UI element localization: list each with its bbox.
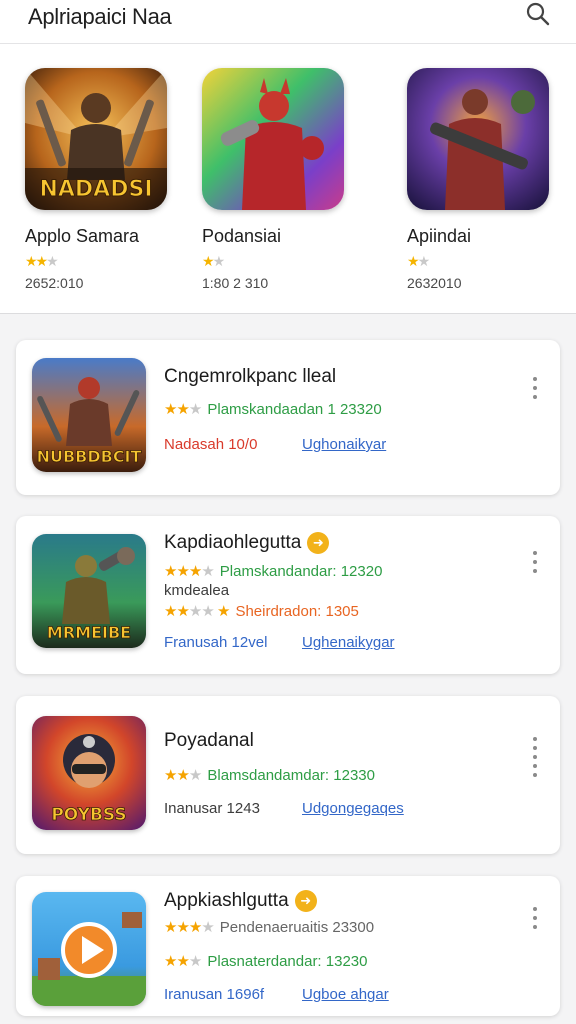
list-item[interactable]: Appkiashlgutta ➜ ★★★★ Pendenaeruaitis 2330… xyxy=(16,876,560,1016)
icon-wordmark: MRMEIBE xyxy=(47,623,131,642)
app-name: Kapdiaohlegutta xyxy=(164,532,302,554)
rating-stat: Plamskandandar: 12320 xyxy=(219,563,383,580)
developer-link[interactable]: Ughonaikyar xyxy=(302,436,386,453)
app-name: Podansiai xyxy=(202,226,282,246)
verified-badge-icon: ➜ xyxy=(307,532,330,554)
app-name: Poyadanal xyxy=(164,730,254,751)
rating-stars: ★★★★ xyxy=(164,563,215,580)
more-options-icon[interactable] xyxy=(524,902,546,942)
app-name-row: Kapdiaohlegutta ➜ xyxy=(164,532,330,554)
app-name: Cngemrolkpanc lleal xyxy=(164,366,337,387)
developer-link[interactable]: Udgongegaqes xyxy=(302,800,404,817)
rating-stars: ★★★ xyxy=(164,767,202,784)
app-name-row: Appkiashlgutta ➜ xyxy=(164,890,317,912)
developer-link[interactable]: Ughenaikygar xyxy=(302,634,395,651)
rating-stars: ★★★★ ★ xyxy=(164,603,230,620)
app-icon[interactable]: NADADSI xyxy=(25,68,167,210)
rating-stars: ★★★ xyxy=(164,401,202,418)
rating-row: ★★★★ Pendenaeruaitis 23300 xyxy=(164,918,374,937)
more-options-icon[interactable] xyxy=(524,732,546,796)
top-app-bar: Aplriapaici Naa xyxy=(0,0,576,44)
app-subtitle: kmdealea xyxy=(164,582,230,599)
secondary-info: Nadasah 10/0 xyxy=(164,436,258,453)
rating-row-2: ★★★ Plasnaterdandar: 13230 xyxy=(164,952,367,971)
download-count: 2652:010 xyxy=(25,275,84,291)
download-count: 2632010 xyxy=(407,275,462,291)
featured-app-2[interactable]: Podansiai ★★ 1:80 2 310 xyxy=(202,68,352,291)
rating-stat: Pendenaeruaitis 23300 xyxy=(219,919,375,936)
search-icon[interactable] xyxy=(524,0,552,28)
secondary-info: Inanusar 1243 xyxy=(164,800,260,817)
app-icon[interactable] xyxy=(202,68,344,210)
developer-link[interactable]: Ugboe ahgar xyxy=(302,986,389,1003)
download-count: 1:80 2 310 xyxy=(202,275,269,291)
icon-wordmark: NADADSI xyxy=(39,177,152,202)
rating-row: ★★★★ Plamskandandar: 12320 xyxy=(164,562,382,581)
verified-badge-icon: ➜ xyxy=(294,890,317,912)
list-item[interactable]: POYBSS Poyadanal ★★★ Blamsdandamdar: 1233… xyxy=(16,696,560,854)
rating-stat: Plamskandaadan 1 23320 xyxy=(207,401,382,418)
list-item[interactable]: MRMEIBE Kapdiaohlegutta ➜ ★★★★ Plamskandan… xyxy=(16,516,560,674)
app-name: Apiindai xyxy=(407,226,472,246)
rating-stat: Blamsdandamdar: 12330 xyxy=(207,767,375,784)
featured-apps: NADADSI Applo Samara ★★★ 2652:010 Podans… xyxy=(0,44,576,314)
app-icon[interactable]: NUBBDBCIT xyxy=(32,358,146,472)
rating-row-2: ★★★★ ★ Sheirdradon: 1305 xyxy=(164,602,359,621)
app-icon[interactable] xyxy=(407,68,549,210)
app-name: Applo Samara xyxy=(25,226,140,246)
rating-stars: ★★★ xyxy=(164,953,202,970)
featured-app-1[interactable]: NADADSI Applo Samara ★★★ 2652:010 xyxy=(25,68,175,291)
more-options-icon[interactable] xyxy=(524,372,546,412)
rating-stat-2: Sheirdradon: 1305 xyxy=(235,603,359,620)
rating-stars: ★★★★ xyxy=(164,919,215,936)
rating-stars: ★★★ xyxy=(25,253,59,269)
rating-stars: ★★ xyxy=(407,253,430,269)
rating-stars: ★★ xyxy=(202,253,225,269)
featured-app-3[interactable]: Apiindai ★★ 2632010 xyxy=(407,68,557,291)
secondary-info: Franusah 12vel xyxy=(164,634,268,651)
app-icon[interactable]: POYBSS xyxy=(32,716,146,830)
app-icon[interactable] xyxy=(32,892,146,1006)
more-options-icon[interactable] xyxy=(524,546,546,586)
app-icon[interactable]: MRMEIBE xyxy=(32,534,146,648)
icon-wordmark: NUBBDBCIT xyxy=(37,447,142,466)
app-name: Appkiashlgutta xyxy=(164,890,289,912)
icon-wordmark: POYBSS xyxy=(51,805,126,825)
secondary-info: Iranusan 1696f xyxy=(164,986,265,1003)
list-item[interactable]: NUBBDBCIT Cngemrolkpanc lleal ★★★ Plamska… xyxy=(16,340,560,495)
rating-row: ★★★ Blamsdandamdar: 12330 xyxy=(164,766,375,785)
rating-stat-2: Plasnaterdandar: 13230 xyxy=(207,953,368,970)
page-title: Aplriapaici Naa xyxy=(28,4,172,29)
rating-row: ★★★ Plamskandaadan 1 23320 xyxy=(164,400,382,419)
